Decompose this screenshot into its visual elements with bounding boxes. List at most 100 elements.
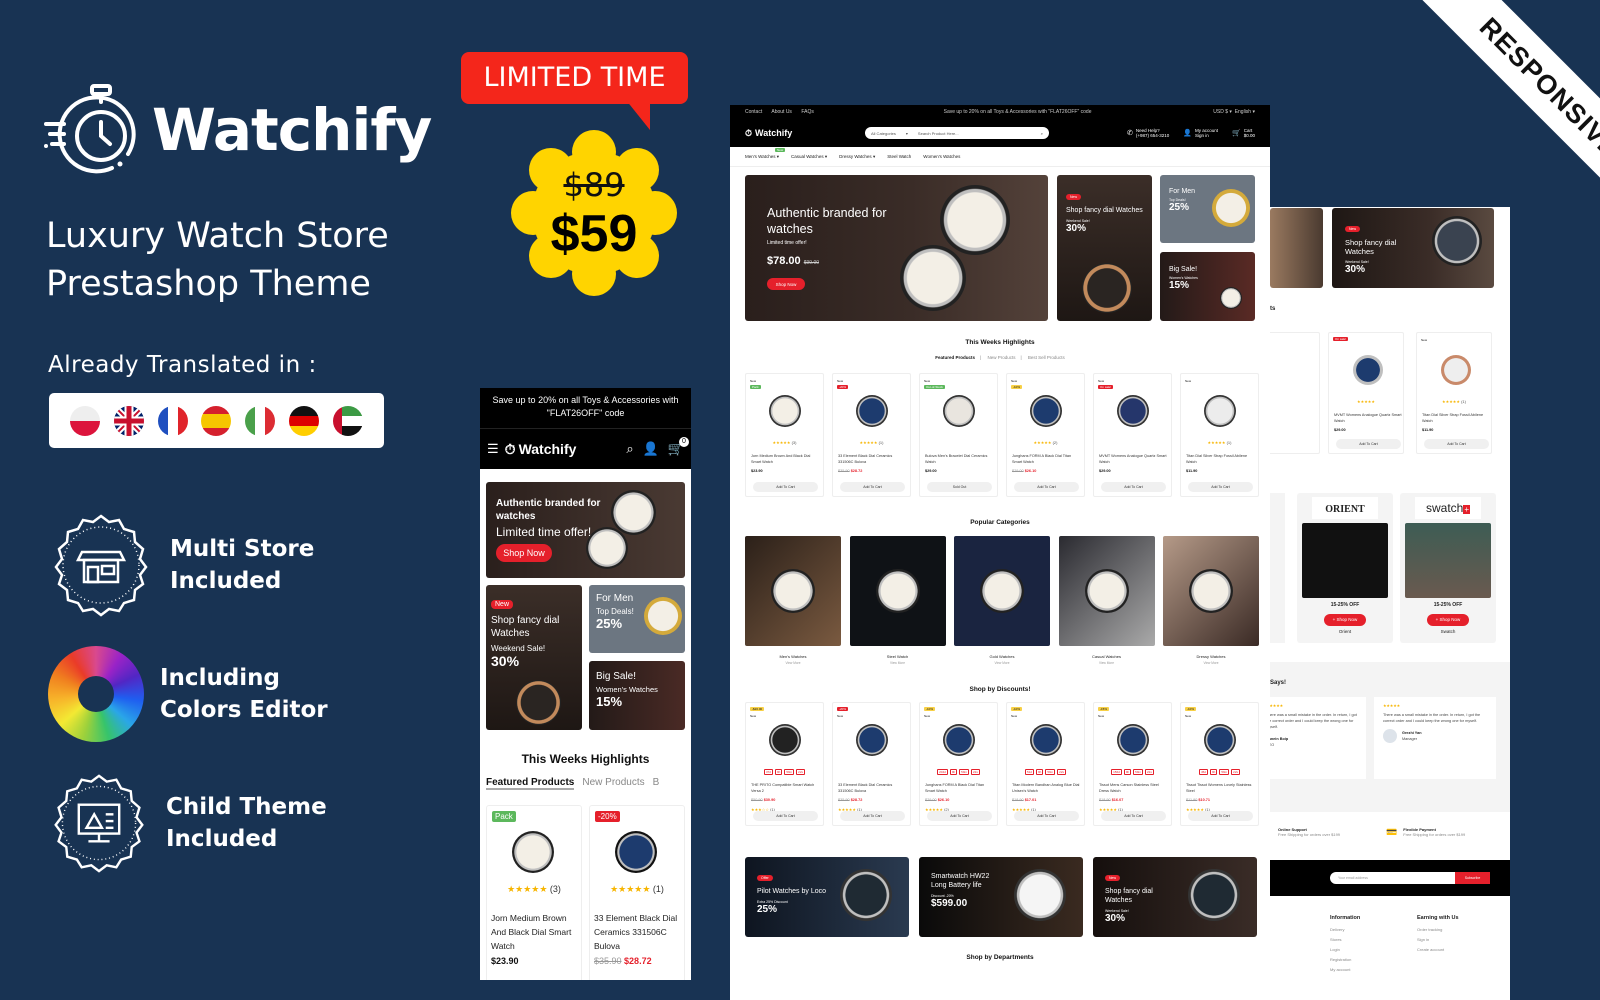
mobile-logo[interactable]: ⏱ Watchify [505, 441, 577, 458]
mobile-shop-now-button[interactable]: Shop Now [496, 544, 552, 562]
product-name[interactable]: THE PRITO Compatible Smart Watch Versa 2 [751, 783, 821, 794]
product-name[interactable]: Junghans FORM A Black Dial Titan Smart W… [1012, 454, 1082, 465]
product-card[interactable]: New Out-of-Stock Bulova Men's Bracelet Di… [919, 373, 998, 497]
discount-product-card[interactable]: -10% New 45d 9h 59m 22s Tissot Tissot Women… [1180, 702, 1259, 826]
add-to-cart-button[interactable]: Add To Cart [1101, 811, 1166, 821]
product-image[interactable] [1029, 382, 1063, 440]
category-label[interactable]: Dressy Watches [1163, 654, 1259, 659]
product-image[interactable] [768, 382, 802, 440]
mobile-promo-fancy[interactable]: New Shop fancy dial Watches Weekend Sale… [486, 585, 582, 730]
contact-link[interactable]: Contact [745, 109, 762, 115]
add-to-cart-button[interactable]: Add To Cart [1188, 811, 1253, 821]
product-image[interactable] [855, 711, 889, 769]
promo-big-sale[interactable]: Big Sale! Women's Watches 15% [1160, 252, 1255, 321]
category-image[interactable] [954, 536, 1050, 646]
add-to-cart-button[interactable]: Add To Cart [1014, 811, 1079, 821]
product-image[interactable] [1116, 711, 1150, 769]
tab-best-sell[interactable]: B [653, 777, 660, 790]
mobile-promo-women[interactable]: Big Sale! Women's Watches 15% [589, 661, 685, 730]
add-to-cart-button[interactable]: Add To Cart [753, 811, 818, 821]
product-image[interactable] [942, 382, 976, 440]
tab-featured-products[interactable]: Featured Products [935, 355, 975, 360]
nav-womens-watches[interactable]: Women's Watches [923, 154, 960, 159]
currency-select[interactable]: USD $ [1213, 109, 1228, 115]
product-name[interactable]: Titan Modern Bandhan Analog Blue Dial Un… [1012, 783, 1082, 794]
faqs-link[interactable]: FAQs [801, 109, 814, 115]
category-image[interactable] [745, 536, 841, 646]
brand-card-orient[interactable]: ORIENT 15-25% OFF + Shop Now Orient [1297, 493, 1393, 643]
shop-now-button[interactable]: + Shop Now [1324, 613, 1366, 626]
discount-product-card[interactable]: -10% New 51d 9h 59m 22s Titan Modern Bandha… [1006, 702, 1085, 826]
product-image[interactable] [1029, 711, 1063, 769]
header-logo[interactable]: ⏱ Watchify [745, 128, 855, 139]
view-more-link[interactable]: View More [1059, 661, 1155, 665]
category-image[interactable] [849, 536, 946, 646]
discount-product-card[interactable]: -20% New 33 Element Black Dial Ceramics … [832, 702, 911, 826]
tablet-product-card[interactable]: On sale! ★★★★★ MVMT Womens Analogue Quar… [1328, 332, 1404, 454]
bottom-banner[interactable]: Offer Pilot Watches by Loco Extra 25% Di… [745, 857, 909, 937]
product-name[interactable]: Tissot Mens Carson Stainless Steel Dress… [1099, 783, 1169, 794]
mobile-product-card[interactable]: -20% ★★★★★ (1) 33 Element Black Dial Cer… [589, 805, 685, 980]
product-name[interactable]: Titan Dial Silver Strap Fossil Abilene W… [1186, 454, 1256, 465]
nav-mens-watches[interactable]: Men's Watches ▾ New [745, 147, 786, 160]
shop-now-button[interactable]: + Shop Now [1427, 613, 1469, 626]
tab-new-products[interactable]: New Products [987, 355, 1015, 360]
help-contact[interactable]: ✆ Need Help? (+987) 654-3210 [1127, 128, 1169, 138]
product-image[interactable] [1203, 711, 1237, 769]
category-item[interactable]: Steel Watch View More [849, 536, 946, 665]
product-card[interactable]: New ★★★★★ (1) Titan Dial Silver Strap Fo… [1180, 373, 1259, 497]
add-to-cart-button[interactable]: Add To Cart [1101, 482, 1166, 492]
category-label[interactable]: Men's Watches [745, 654, 841, 659]
bottom-banner[interactable]: New Shop fancy dial Watches Weekend Sale… [1093, 857, 1257, 937]
product-name[interactable]: Tissot Tissot Womens Lovely Stainless St… [1186, 783, 1256, 794]
category-item[interactable]: Men's Watches View More [745, 536, 841, 665]
product-card[interactable]: New -10% ★★★★★ (2) Junghans FORM A Black … [1006, 373, 1085, 497]
add-to-cart-button[interactable]: Add To Cart [840, 482, 905, 492]
product-image[interactable] [768, 711, 802, 769]
add-to-cart-button[interactable]: Add To Cart [1014, 482, 1079, 492]
category-image[interactable] [1058, 536, 1155, 646]
tablet-promo-fancy[interactable]: New Shop fancy dial Watches Weekend Sale… [1332, 208, 1494, 288]
nav-steel-watch[interactable]: Steel Watch [887, 154, 911, 159]
category-select[interactable]: All Categories [871, 131, 896, 136]
view-more-link[interactable]: View More [850, 661, 946, 665]
category-image[interactable] [1163, 536, 1259, 646]
view-more-link[interactable]: View More [745, 661, 841, 665]
product-card[interactable]: New On sale! MVMT Womens Analogue Quartz … [1093, 373, 1172, 497]
mobile-promo-men[interactable]: For Men Top Deals! 25% [589, 585, 685, 653]
product-card[interactable]: New Pack ★★★★★ (3) Jorn Medium Brown And … [745, 373, 824, 497]
add-to-cart-button[interactable]: Add To Cart [840, 811, 905, 821]
product-name[interactable]: Bulova Men's Bracelet Dial Ceramics Watc… [925, 454, 995, 465]
product-name[interactable]: Junghans FORM A Black Dial Titan Smart W… [925, 783, 995, 794]
add-to-cart-button[interactable]: Add To Cart [927, 811, 992, 821]
add-to-cart-button[interactable]: Sold Out [927, 482, 992, 492]
mobile-product-card[interactable]: Pack ★★★★★ (3) Jorn Medium Brown And Bla… [486, 805, 582, 980]
tablet-product-card[interactable]: New ★★★★★ (1) Titan Dial Silver Strap Fo… [1416, 332, 1492, 454]
tab-best-sell-products[interactable]: Best Sell Products [1028, 355, 1065, 360]
category-item[interactable]: Gold Watches View More [954, 536, 1050, 665]
subscribe-button[interactable]: Subscribe [1455, 872, 1490, 884]
view-more-link[interactable]: View More [954, 661, 1050, 665]
view-more-link[interactable]: View More [1163, 661, 1259, 665]
product-image[interactable] [1116, 382, 1150, 440]
about-link[interactable]: About Us [771, 109, 792, 115]
search-icon[interactable]: ⌕ [1041, 131, 1043, 136]
nav-dressy-watches[interactable]: Dressy Watches ▾ [839, 154, 875, 160]
product-name[interactable]: 33 Element Black Dial Ceramics 331506C B… [594, 911, 684, 953]
category-label[interactable]: Gold Watches [954, 654, 1050, 659]
hero-shop-now-button[interactable]: Shop Now [767, 278, 805, 290]
product-image[interactable] [1203, 382, 1237, 440]
discount-product-card[interactable]: -$20.00 New 37d 9h 59m 22s THE PRITO Compat… [745, 702, 824, 826]
product-name[interactable]: 33 Element Black Dial Ceramics 331506C B… [838, 454, 908, 465]
brand-card-swatch[interactable]: swatch+ 15-25% OFF + Shop Now Swatch [1400, 493, 1496, 643]
nav-casual-watches[interactable]: Casual Watches ▾ [791, 154, 827, 160]
product-name[interactable]: Jorn Medium Brown And Black Dial Smart W… [491, 911, 581, 953]
tablet-product-partial[interactable] [1270, 332, 1320, 454]
tab-featured-products[interactable]: Featured Products [486, 777, 575, 790]
search-icon[interactable]: ⌕ [626, 441, 633, 457]
promo-fancy-dial[interactable]: New Shop fancy dial Watches Weekend Sale… [1057, 175, 1152, 321]
user-icon[interactable]: 👤 [643, 441, 659, 457]
add-to-cart-button[interactable]: Add To Cart [753, 482, 818, 492]
add-to-cart-button[interactable]: Add To Cart [1188, 482, 1253, 492]
tab-new-products[interactable]: New Products [582, 777, 644, 790]
